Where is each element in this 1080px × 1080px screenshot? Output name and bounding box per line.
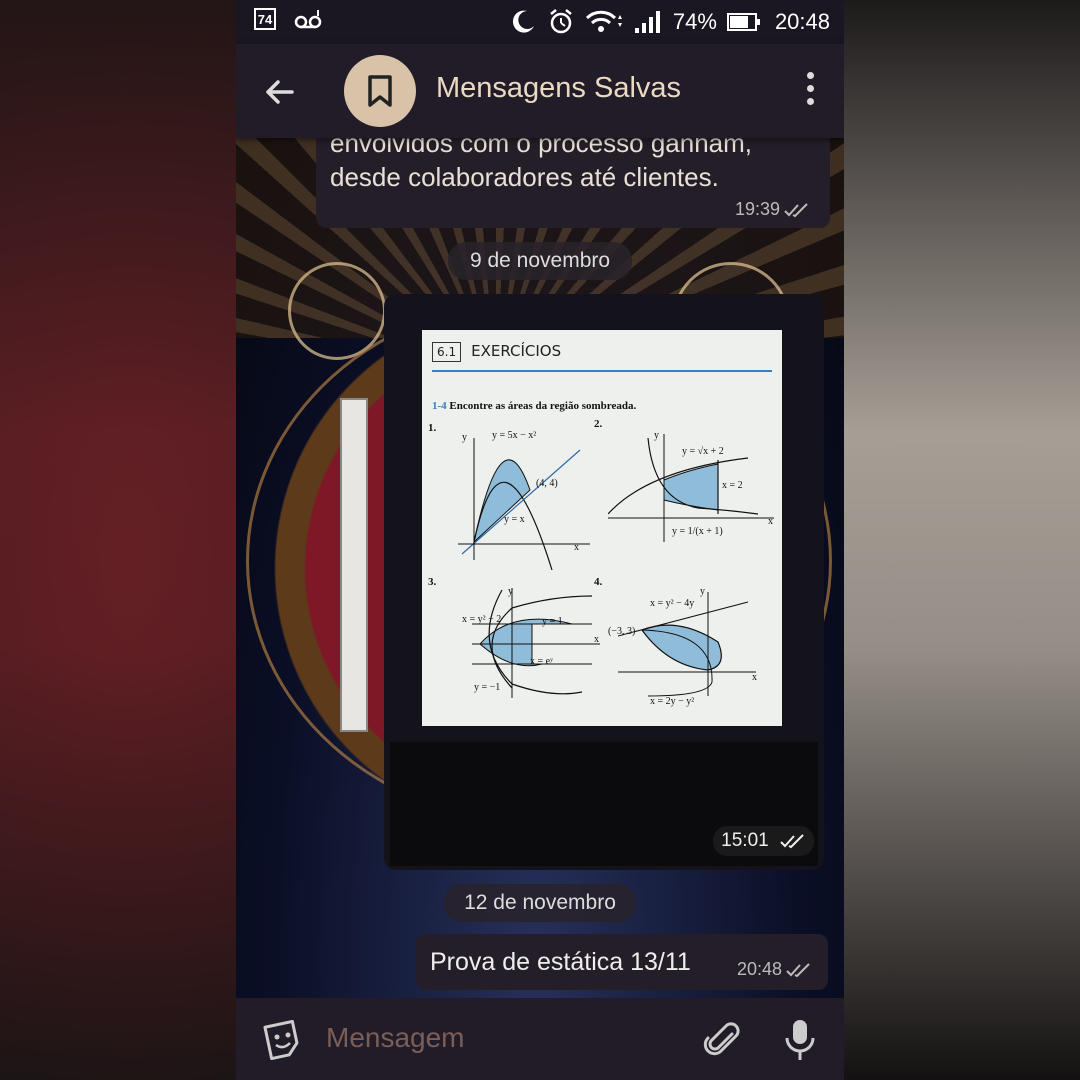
message-input[interactable]: Mensagem: [326, 1022, 465, 1054]
signal-icon: [634, 11, 660, 33]
moon-icon: [512, 10, 534, 33]
plot-number: 4.: [594, 576, 603, 588]
plot-label: x = 2y − y²: [650, 696, 695, 707]
app-bar: Mensagens Salvas: [236, 44, 844, 138]
message-time: 19:39: [734, 199, 780, 219]
plot-label: x: [752, 672, 757, 683]
message-input-bar: Mensagem: [236, 998, 844, 1080]
plot-label: y = x: [504, 514, 525, 525]
photo-timestamp: 15:01: [713, 826, 814, 856]
back-arrow-icon[interactable]: [262, 74, 298, 110]
date-separator: 12 de novembro: [444, 884, 636, 922]
notification-badge-icon: 74: [254, 8, 276, 30]
message-time: 15:01: [721, 830, 769, 851]
photo-image[interactable]: 6.1 EXERCÍCIOS 1-4 Encontre as áreas da r…: [422, 330, 782, 726]
plot-label: x: [594, 634, 599, 645]
plot-label: x: [574, 542, 579, 553]
status-bar: 74 74% 20:48: [236, 0, 844, 44]
plot-label: x: [768, 516, 773, 527]
message-bubble[interactable]: Prova de estática 13/11 20:48: [416, 934, 828, 990]
plot-label: (4, 4): [536, 478, 558, 489]
double-check-icon: [786, 963, 810, 978]
double-check-icon: [780, 834, 804, 849]
plot-label: x = 2: [722, 480, 743, 491]
plot-label: (−3, 3): [608, 626, 636, 637]
exercise-header: 6.1 EXERCÍCIOS: [432, 342, 561, 362]
alarm-icon: [550, 9, 572, 34]
double-check-icon: [784, 203, 808, 218]
wallpaper-charm: [340, 398, 368, 732]
paperclip-icon[interactable]: [702, 1020, 742, 1060]
plot-label: x = eʸ: [530, 656, 554, 667]
microphone-icon[interactable]: [782, 1018, 818, 1062]
plot-label: y: [700, 586, 705, 597]
plot-label: x = y² − 2: [462, 614, 502, 625]
clock: 20:48: [774, 9, 830, 34]
plot-label: y: [508, 586, 513, 597]
exercise-instruction: 1-4 Encontre as áreas da região sombread…: [432, 400, 637, 412]
chat-title[interactable]: Mensagens Salvas: [436, 72, 681, 105]
voicemail-icon: [294, 10, 322, 29]
battery-percent: 74%: [672, 9, 717, 34]
plot-label: y = 5x − x²: [492, 430, 537, 441]
sticker-icon[interactable]: [262, 1020, 302, 1060]
plot-1: [458, 438, 590, 570]
photo-message[interactable]: 6.1 EXERCÍCIOS 1-4 Encontre as áreas da r…: [384, 294, 824, 870]
avatar[interactable]: [344, 55, 416, 127]
plot-label: y = −1: [474, 682, 501, 693]
plot-label: y = √x + 2: [682, 446, 724, 457]
plot-label: y = 1: [542, 616, 563, 627]
header-rule: [432, 370, 772, 372]
message-text: Prova de estática 13/11: [430, 948, 691, 976]
battery-icon: [726, 13, 760, 31]
plot-label: y: [462, 432, 467, 443]
plot-label: y = 1/(x + 1): [672, 526, 723, 537]
plot-number: 3.: [428, 576, 437, 588]
plot-label: y: [654, 430, 659, 441]
more-vert-icon[interactable]: [806, 72, 816, 112]
phone-screen: 74 74% 20:48 Mensagens Salvas envolvidos…: [236, 0, 844, 1080]
message-time: 20:48: [736, 959, 782, 979]
plot-label: x = y² − 4y: [650, 598, 695, 609]
date-separator: 9 de novembro: [448, 242, 632, 280]
plot-number: 1.: [428, 422, 437, 434]
plot-number: 2.: [594, 418, 603, 430]
wifi-icon: [585, 10, 622, 32]
bookmark-icon: [368, 75, 392, 107]
